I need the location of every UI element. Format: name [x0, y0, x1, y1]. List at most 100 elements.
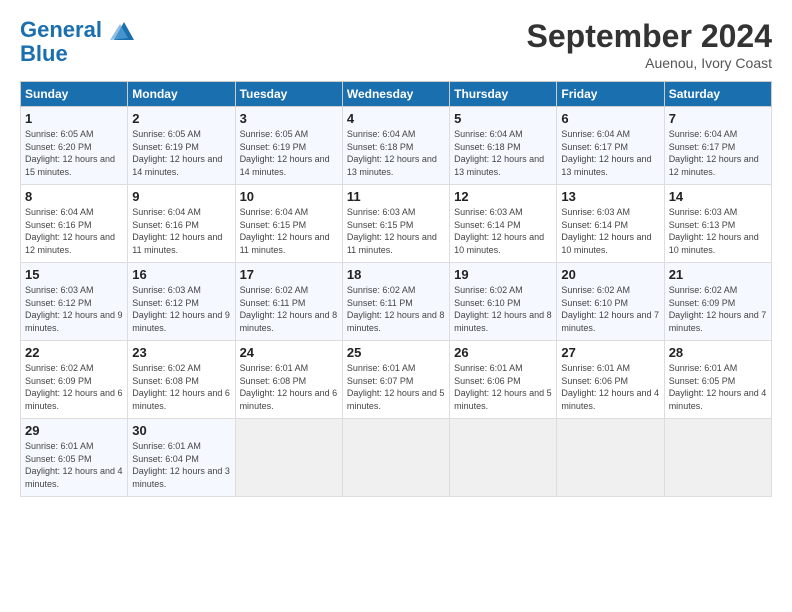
day-number: 29	[25, 423, 123, 438]
day-number: 8	[25, 189, 123, 204]
day-detail: Sunrise: 6:01 AMSunset: 6:04 PMDaylight:…	[132, 441, 230, 489]
day-cell: 19 Sunrise: 6:02 AMSunset: 6:10 PMDaylig…	[450, 263, 557, 341]
day-number: 13	[561, 189, 659, 204]
logo-icon	[110, 20, 138, 42]
day-cell	[450, 419, 557, 497]
day-number: 6	[561, 111, 659, 126]
day-cell	[664, 419, 771, 497]
day-detail: Sunrise: 6:02 AMSunset: 6:11 PMDaylight:…	[240, 285, 338, 333]
day-detail: Sunrise: 6:05 AMSunset: 6:19 PMDaylight:…	[240, 129, 330, 177]
header-cell-friday: Friday	[557, 82, 664, 107]
day-number: 10	[240, 189, 338, 204]
logo-general: General	[20, 17, 102, 42]
header-cell-saturday: Saturday	[664, 82, 771, 107]
day-cell: 17 Sunrise: 6:02 AMSunset: 6:11 PMDaylig…	[235, 263, 342, 341]
day-cell: 10 Sunrise: 6:04 AMSunset: 6:15 PMDaylig…	[235, 185, 342, 263]
day-detail: Sunrise: 6:04 AMSunset: 6:15 PMDaylight:…	[240, 207, 330, 255]
day-number: 26	[454, 345, 552, 360]
day-detail: Sunrise: 6:02 AMSunset: 6:08 PMDaylight:…	[132, 363, 230, 411]
day-cell: 27 Sunrise: 6:01 AMSunset: 6:06 PMDaylig…	[557, 341, 664, 419]
day-detail: Sunrise: 6:03 AMSunset: 6:14 PMDaylight:…	[454, 207, 544, 255]
day-detail: Sunrise: 6:04 AMSunset: 6:17 PMDaylight:…	[561, 129, 651, 177]
day-cell: 25 Sunrise: 6:01 AMSunset: 6:07 PMDaylig…	[342, 341, 449, 419]
day-cell: 23 Sunrise: 6:02 AMSunset: 6:08 PMDaylig…	[128, 341, 235, 419]
day-number: 5	[454, 111, 552, 126]
day-number: 16	[132, 267, 230, 282]
day-cell: 29 Sunrise: 6:01 AMSunset: 6:05 PMDaylig…	[21, 419, 128, 497]
day-number: 19	[454, 267, 552, 282]
header-cell-monday: Monday	[128, 82, 235, 107]
logo-text: General	[20, 18, 138, 42]
day-number: 24	[240, 345, 338, 360]
day-cell: 28 Sunrise: 6:01 AMSunset: 6:05 PMDaylig…	[664, 341, 771, 419]
day-number: 18	[347, 267, 445, 282]
day-detail: Sunrise: 6:04 AMSunset: 6:16 PMDaylight:…	[132, 207, 222, 255]
day-detail: Sunrise: 6:04 AMSunset: 6:17 PMDaylight:…	[669, 129, 759, 177]
header: General Blue September 2024 Auenou, Ivor…	[20, 18, 772, 71]
day-detail: Sunrise: 6:01 AMSunset: 6:06 PMDaylight:…	[561, 363, 659, 411]
calendar-header-row: SundayMondayTuesdayWednesdayThursdayFrid…	[21, 82, 772, 107]
day-cell	[235, 419, 342, 497]
day-detail: Sunrise: 6:05 AMSunset: 6:20 PMDaylight:…	[25, 129, 115, 177]
header-cell-wednesday: Wednesday	[342, 82, 449, 107]
day-detail: Sunrise: 6:01 AMSunset: 6:08 PMDaylight:…	[240, 363, 338, 411]
day-cell: 16 Sunrise: 6:03 AMSunset: 6:12 PMDaylig…	[128, 263, 235, 341]
day-detail: Sunrise: 6:02 AMSunset: 6:09 PMDaylight:…	[25, 363, 123, 411]
day-cell	[557, 419, 664, 497]
day-detail: Sunrise: 6:02 AMSunset: 6:11 PMDaylight:…	[347, 285, 445, 333]
day-cell: 22 Sunrise: 6:02 AMSunset: 6:09 PMDaylig…	[21, 341, 128, 419]
week-row-1: 1 Sunrise: 6:05 AMSunset: 6:20 PMDayligh…	[21, 107, 772, 185]
day-cell: 12 Sunrise: 6:03 AMSunset: 6:14 PMDaylig…	[450, 185, 557, 263]
day-detail: Sunrise: 6:01 AMSunset: 6:06 PMDaylight:…	[454, 363, 552, 411]
calendar-table: SundayMondayTuesdayWednesdayThursdayFrid…	[20, 81, 772, 497]
header-cell-thursday: Thursday	[450, 82, 557, 107]
week-row-3: 15 Sunrise: 6:03 AMSunset: 6:12 PMDaylig…	[21, 263, 772, 341]
day-number: 3	[240, 111, 338, 126]
day-detail: Sunrise: 6:05 AMSunset: 6:19 PMDaylight:…	[132, 129, 222, 177]
day-detail: Sunrise: 6:04 AMSunset: 6:18 PMDaylight:…	[454, 129, 544, 177]
day-cell: 14 Sunrise: 6:03 AMSunset: 6:13 PMDaylig…	[664, 185, 771, 263]
logo: General Blue	[20, 18, 138, 66]
day-number: 27	[561, 345, 659, 360]
day-detail: Sunrise: 6:03 AMSunset: 6:12 PMDaylight:…	[25, 285, 123, 333]
day-detail: Sunrise: 6:02 AMSunset: 6:10 PMDaylight:…	[561, 285, 659, 333]
week-row-4: 22 Sunrise: 6:02 AMSunset: 6:09 PMDaylig…	[21, 341, 772, 419]
page-container: General Blue September 2024 Auenou, Ivor…	[0, 0, 792, 507]
day-cell: 1 Sunrise: 6:05 AMSunset: 6:20 PMDayligh…	[21, 107, 128, 185]
week-row-2: 8 Sunrise: 6:04 AMSunset: 6:16 PMDayligh…	[21, 185, 772, 263]
day-detail: Sunrise: 6:01 AMSunset: 6:05 PMDaylight:…	[669, 363, 767, 411]
day-cell	[342, 419, 449, 497]
day-detail: Sunrise: 6:03 AMSunset: 6:13 PMDaylight:…	[669, 207, 759, 255]
day-detail: Sunrise: 6:01 AMSunset: 6:05 PMDaylight:…	[25, 441, 123, 489]
day-number: 9	[132, 189, 230, 204]
day-number: 17	[240, 267, 338, 282]
day-number: 23	[132, 345, 230, 360]
header-cell-tuesday: Tuesday	[235, 82, 342, 107]
day-number: 15	[25, 267, 123, 282]
day-cell: 5 Sunrise: 6:04 AMSunset: 6:18 PMDayligh…	[450, 107, 557, 185]
day-number: 2	[132, 111, 230, 126]
day-cell: 3 Sunrise: 6:05 AMSunset: 6:19 PMDayligh…	[235, 107, 342, 185]
day-number: 21	[669, 267, 767, 282]
day-detail: Sunrise: 6:01 AMSunset: 6:07 PMDaylight:…	[347, 363, 445, 411]
day-cell: 9 Sunrise: 6:04 AMSunset: 6:16 PMDayligh…	[128, 185, 235, 263]
day-cell: 6 Sunrise: 6:04 AMSunset: 6:17 PMDayligh…	[557, 107, 664, 185]
day-detail: Sunrise: 6:04 AMSunset: 6:18 PMDaylight:…	[347, 129, 437, 177]
day-detail: Sunrise: 6:02 AMSunset: 6:09 PMDaylight:…	[669, 285, 767, 333]
day-number: 30	[132, 423, 230, 438]
header-cell-sunday: Sunday	[21, 82, 128, 107]
day-cell: 21 Sunrise: 6:02 AMSunset: 6:09 PMDaylig…	[664, 263, 771, 341]
week-row-5: 29 Sunrise: 6:01 AMSunset: 6:05 PMDaylig…	[21, 419, 772, 497]
day-cell: 24 Sunrise: 6:01 AMSunset: 6:08 PMDaylig…	[235, 341, 342, 419]
day-detail: Sunrise: 6:03 AMSunset: 6:14 PMDaylight:…	[561, 207, 651, 255]
day-cell: 15 Sunrise: 6:03 AMSunset: 6:12 PMDaylig…	[21, 263, 128, 341]
day-number: 7	[669, 111, 767, 126]
location: Auenou, Ivory Coast	[527, 55, 772, 71]
day-number: 4	[347, 111, 445, 126]
day-cell: 26 Sunrise: 6:01 AMSunset: 6:06 PMDaylig…	[450, 341, 557, 419]
title-area: September 2024 Auenou, Ivory Coast	[527, 18, 772, 71]
day-cell: 2 Sunrise: 6:05 AMSunset: 6:19 PMDayligh…	[128, 107, 235, 185]
day-cell: 13 Sunrise: 6:03 AMSunset: 6:14 PMDaylig…	[557, 185, 664, 263]
day-cell: 30 Sunrise: 6:01 AMSunset: 6:04 PMDaylig…	[128, 419, 235, 497]
day-number: 1	[25, 111, 123, 126]
